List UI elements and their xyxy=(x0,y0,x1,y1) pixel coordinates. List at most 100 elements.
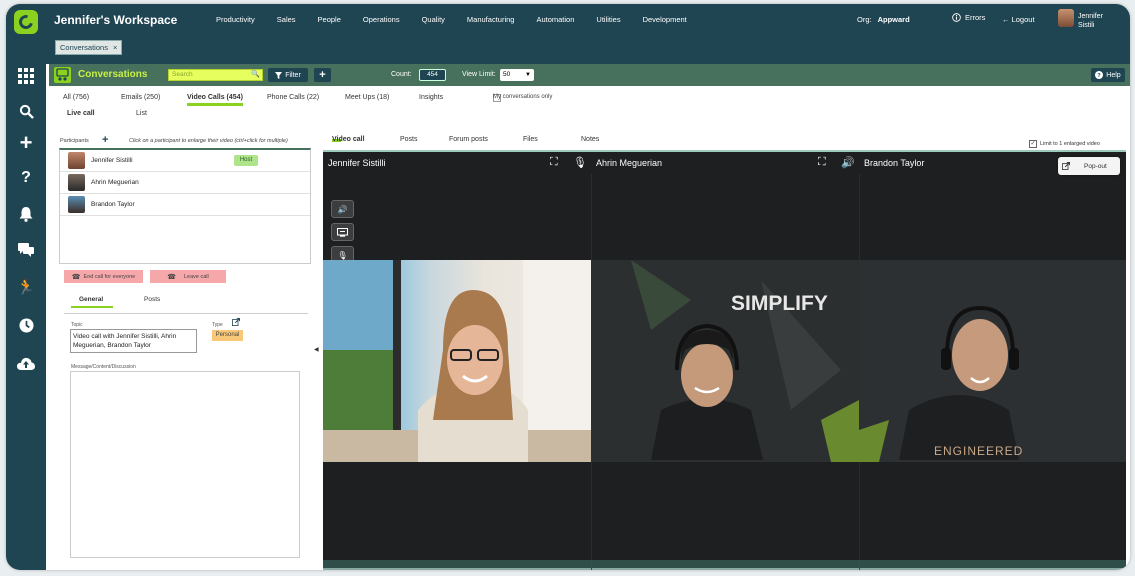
org-selector[interactable]: Org: Appward xyxy=(857,15,910,24)
nav-quality[interactable]: Quality xyxy=(422,15,445,24)
cloud-upload-icon[interactable] xyxy=(6,351,46,375)
limit-label: Limit to 1 enlarged video xyxy=(1040,141,1100,147)
help-button[interactable]: ? Help xyxy=(1091,68,1125,82)
tab-insights[interactable]: Insights xyxy=(419,94,443,101)
left-rail: + ? 🏃 xyxy=(6,4,46,570)
leave-call-button[interactable]: ☎ Leave call xyxy=(150,270,226,283)
nav-people[interactable]: People xyxy=(318,15,341,24)
chat-icon[interactable] xyxy=(6,238,46,262)
main-nav: Productivity Sales People Operations Qua… xyxy=(216,15,709,24)
tab-general[interactable]: General xyxy=(71,296,114,308)
tab-list[interactable]: List xyxy=(136,110,147,117)
tab-phone-calls[interactable]: Phone Calls (22) xyxy=(267,94,319,101)
fullscreen-icon[interactable]: ⛶ xyxy=(818,156,826,169)
nav-operations[interactable]: Operations xyxy=(363,15,400,24)
participant-avatar xyxy=(68,152,85,169)
pop-out-button[interactable]: Pop-out xyxy=(1058,157,1120,175)
external-link-icon[interactable] xyxy=(232,317,241,328)
user-name[interactable]: Jennifer Sistili xyxy=(1078,12,1118,30)
checkmark-icon: ✓ xyxy=(1029,140,1037,148)
nav-manufacturing[interactable]: Manufacturing xyxy=(467,15,515,24)
participant-row[interactable]: Brandon Taylor xyxy=(60,194,310,216)
collapse-panel-icon[interactable]: ◀ xyxy=(314,346,319,353)
search-icon[interactable] xyxy=(6,99,46,123)
tab-all[interactable]: All (756) xyxy=(63,94,89,101)
participants-list: Jennifer Sistilli Host Ahrin Meguerian B… xyxy=(59,148,311,264)
limit-enlarged-checkbox[interactable]: ✓ Limit to 1 enlarged video xyxy=(1029,140,1100,148)
search-icon[interactable]: 🔍 xyxy=(251,70,260,80)
help-icon[interactable]: ? xyxy=(6,166,46,190)
video-feed-jennifer xyxy=(323,260,591,462)
nav-development[interactable]: Development xyxy=(643,15,687,24)
tab-live-call-label: Live call xyxy=(67,110,95,117)
add-icon[interactable]: + xyxy=(6,130,46,155)
nav-utilities[interactable]: Utilities xyxy=(596,15,620,24)
participant-name: Ahrin Meguerian xyxy=(91,179,139,186)
activity-runner-icon[interactable]: 🏃 xyxy=(6,275,46,299)
view-limit-select[interactable]: 50 ▼ xyxy=(500,69,534,81)
participant-name: Jennifer Sistilli xyxy=(91,157,133,164)
user-first-name: Jennifer xyxy=(1078,13,1103,20)
message-textarea[interactable] xyxy=(70,371,300,558)
tab-call-posts[interactable]: Posts xyxy=(400,136,418,143)
end-call-for-everyone-button[interactable]: ☎ End call for everyone xyxy=(64,270,143,283)
help-icon: ? xyxy=(1095,71,1104,79)
video-tile-ahrin[interactable]: SIMPLIFY xyxy=(591,260,859,462)
fullscreen-icon[interactable]: ⛶ xyxy=(550,156,558,169)
tab-forum-posts[interactable]: Forum posts xyxy=(449,136,488,143)
top-header: Jennifer's Workspace Productivity Sales … xyxy=(46,4,1130,36)
add-participant-button[interactable]: + xyxy=(102,134,108,146)
tab-emails[interactable]: Emails (250) xyxy=(121,94,160,101)
phone-leave-icon: ☎ xyxy=(167,273,176,281)
leave-call-label: Leave call xyxy=(183,273,209,280)
tab-video-call[interactable]: Video call xyxy=(332,136,365,143)
tab-files[interactable]: Files xyxy=(523,136,538,143)
wall-text: SIMPLIFY xyxy=(731,292,828,315)
end-call-label: End call for everyone xyxy=(83,273,136,280)
nav-productivity[interactable]: Productivity xyxy=(216,15,255,24)
open-tab-chip[interactable]: Conversations × xyxy=(55,40,123,55)
tab-notes[interactable]: Notes xyxy=(581,136,599,143)
search-input[interactable]: Search 🔍 xyxy=(168,69,263,81)
video-stage: Jennifer Sistilli ⛶ 🎙 Ahrin Meguerian ⛶ … xyxy=(323,150,1126,570)
apps-grid-icon[interactable] xyxy=(6,64,46,88)
chevron-down-icon: ▼ xyxy=(525,72,531,78)
bell-icon[interactable] xyxy=(6,202,46,226)
tab-meet-ups[interactable]: Meet Ups (18) xyxy=(345,94,389,101)
screen-share-icon[interactable] xyxy=(331,223,354,241)
participant-row[interactable]: Ahrin Meguerian xyxy=(60,172,310,194)
type-badge[interactable]: Personal xyxy=(212,330,243,341)
workspace-title: Jennifer's Workspace xyxy=(54,13,178,27)
errors-link[interactable]: Errors xyxy=(952,13,985,22)
tab-video-calls[interactable]: Video Calls (454) xyxy=(187,94,243,106)
shirt-text: ENGINEERED xyxy=(934,444,1023,458)
speaker-icon[interactable]: 🔊 xyxy=(331,200,354,218)
nav-sales[interactable]: Sales xyxy=(277,15,296,24)
participant-name: Brandon Taylor xyxy=(91,201,135,208)
logout-link[interactable]: ← Logout xyxy=(1002,15,1035,24)
video-participant-name: Ahrin Meguerian xyxy=(596,158,663,168)
microphone-icon: 🎙 xyxy=(573,157,587,169)
tab-posts[interactable]: Posts xyxy=(144,296,160,303)
participants-label: Participants xyxy=(60,138,89,144)
user-avatar[interactable] xyxy=(1058,9,1074,27)
video-participant-name: Jennifer Sistilli xyxy=(328,158,386,168)
clock-icon[interactable] xyxy=(6,313,46,337)
participant-row[interactable]: Jennifer Sistilli Host xyxy=(60,150,310,172)
chip-label: Conversations xyxy=(60,43,108,52)
add-conversation-button[interactable]: + xyxy=(314,68,331,82)
filter-button[interactable]: Filter xyxy=(268,68,308,82)
video-participant-name: Brandon Taylor xyxy=(864,158,925,168)
video-header: Jennifer Sistilli ⛶ 🎙 xyxy=(323,152,591,174)
app-logo[interactable] xyxy=(14,10,38,34)
video-tile-brandon[interactable]: ENGINEERED xyxy=(859,260,1126,462)
close-icon[interactable]: × xyxy=(113,43,117,52)
video-tile-jennifer[interactable] xyxy=(323,260,591,462)
module-title: Conversations xyxy=(78,69,148,80)
org-value: Appward xyxy=(877,15,910,24)
errors-label: Errors xyxy=(965,13,986,22)
info-icon xyxy=(952,13,961,22)
nav-automation[interactable]: Automation xyxy=(536,15,574,24)
type-label: Type xyxy=(212,322,223,328)
topic-field[interactable]: Video call with Jennifer Sistilli, Ahrin… xyxy=(70,329,197,353)
